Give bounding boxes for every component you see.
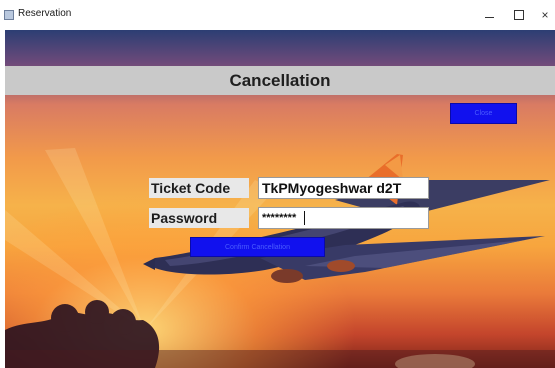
window-close-button[interactable]: × [532, 4, 555, 26]
background-sunset-scene: Cancellation Close Ticket Code Password … [5, 30, 555, 368]
minimize-button[interactable] [476, 4, 502, 26]
text-caret [304, 211, 305, 225]
header-banner: Cancellation [5, 66, 555, 95]
maximize-icon [514, 10, 524, 20]
maximize-button[interactable] [506, 4, 532, 26]
window-titlebar: Reservation × [0, 0, 555, 30]
close-button[interactable]: Close [450, 103, 517, 124]
window-title: Reservation [18, 8, 72, 19]
ticket-code-label: Ticket Code [149, 178, 249, 198]
minimize-icon [484, 16, 494, 18]
page-title: Cancellation [229, 70, 331, 90]
password-input[interactable] [258, 207, 429, 229]
app-window-icon [4, 10, 14, 20]
password-label: Password [149, 208, 249, 228]
confirm-cancellation-button[interactable]: Confirm Cancellation [190, 237, 325, 257]
ticket-code-input[interactable] [258, 177, 429, 199]
